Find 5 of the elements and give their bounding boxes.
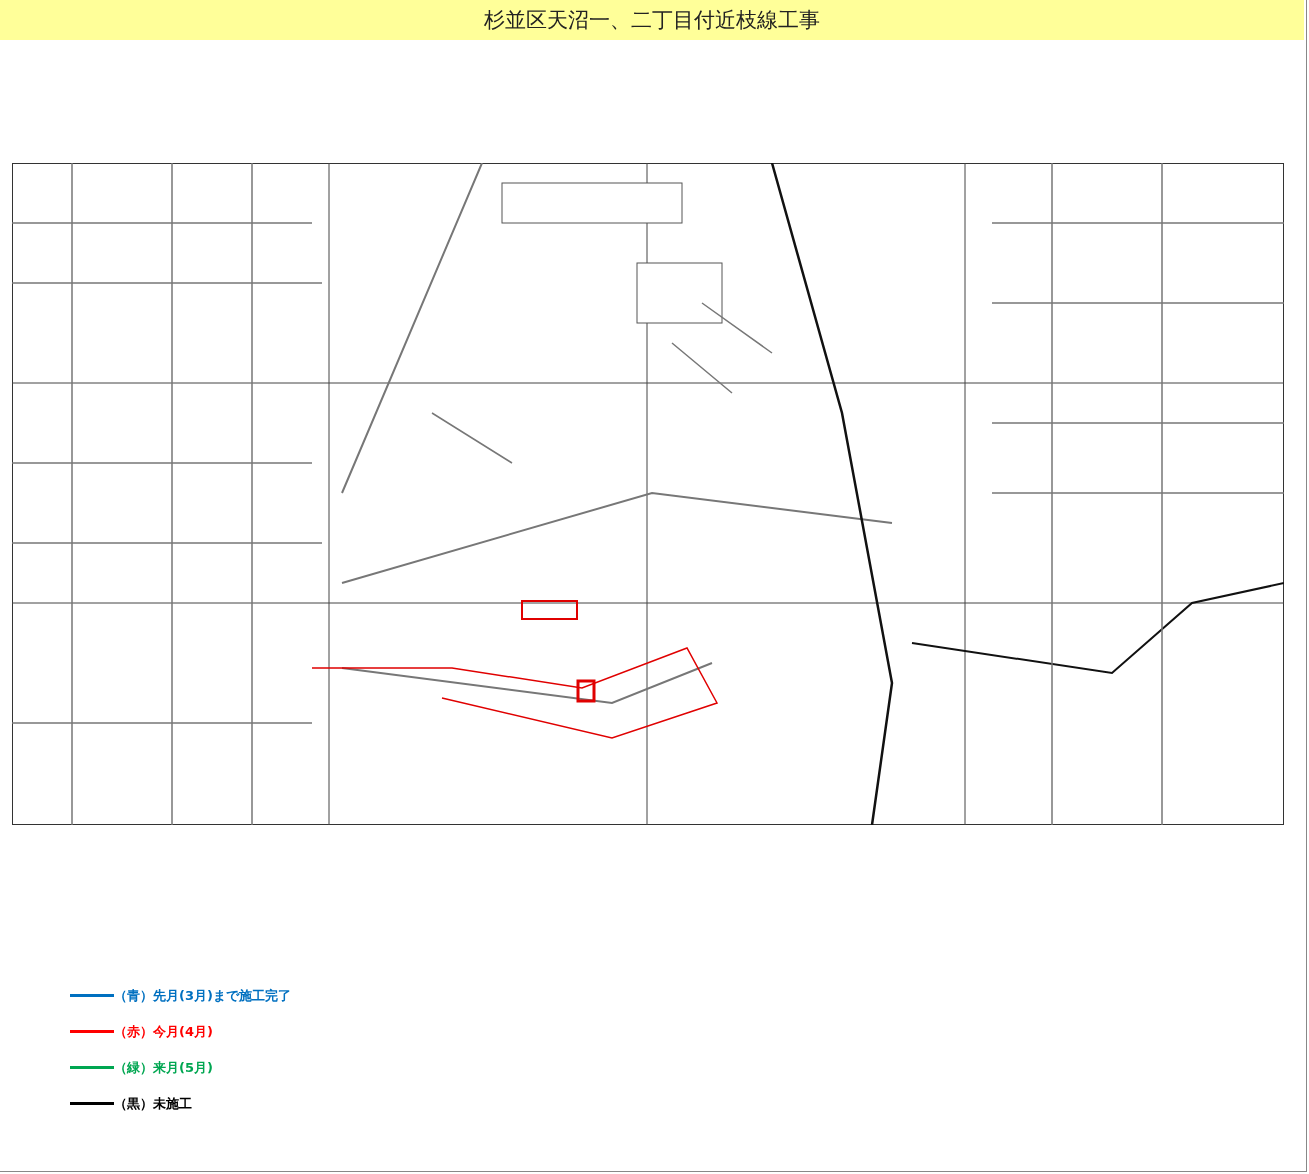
legend-label: （青）先月(3月)まで施工完了: [114, 986, 291, 1005]
legend-label: （黒）未施工: [114, 1094, 192, 1113]
page-title: 杉並区天沼一、二丁目付近枝線工事: [0, 0, 1304, 40]
legend-label: （緑）来月(5月): [114, 1058, 213, 1077]
legend-label: （赤）今月(4月): [114, 1022, 213, 1041]
